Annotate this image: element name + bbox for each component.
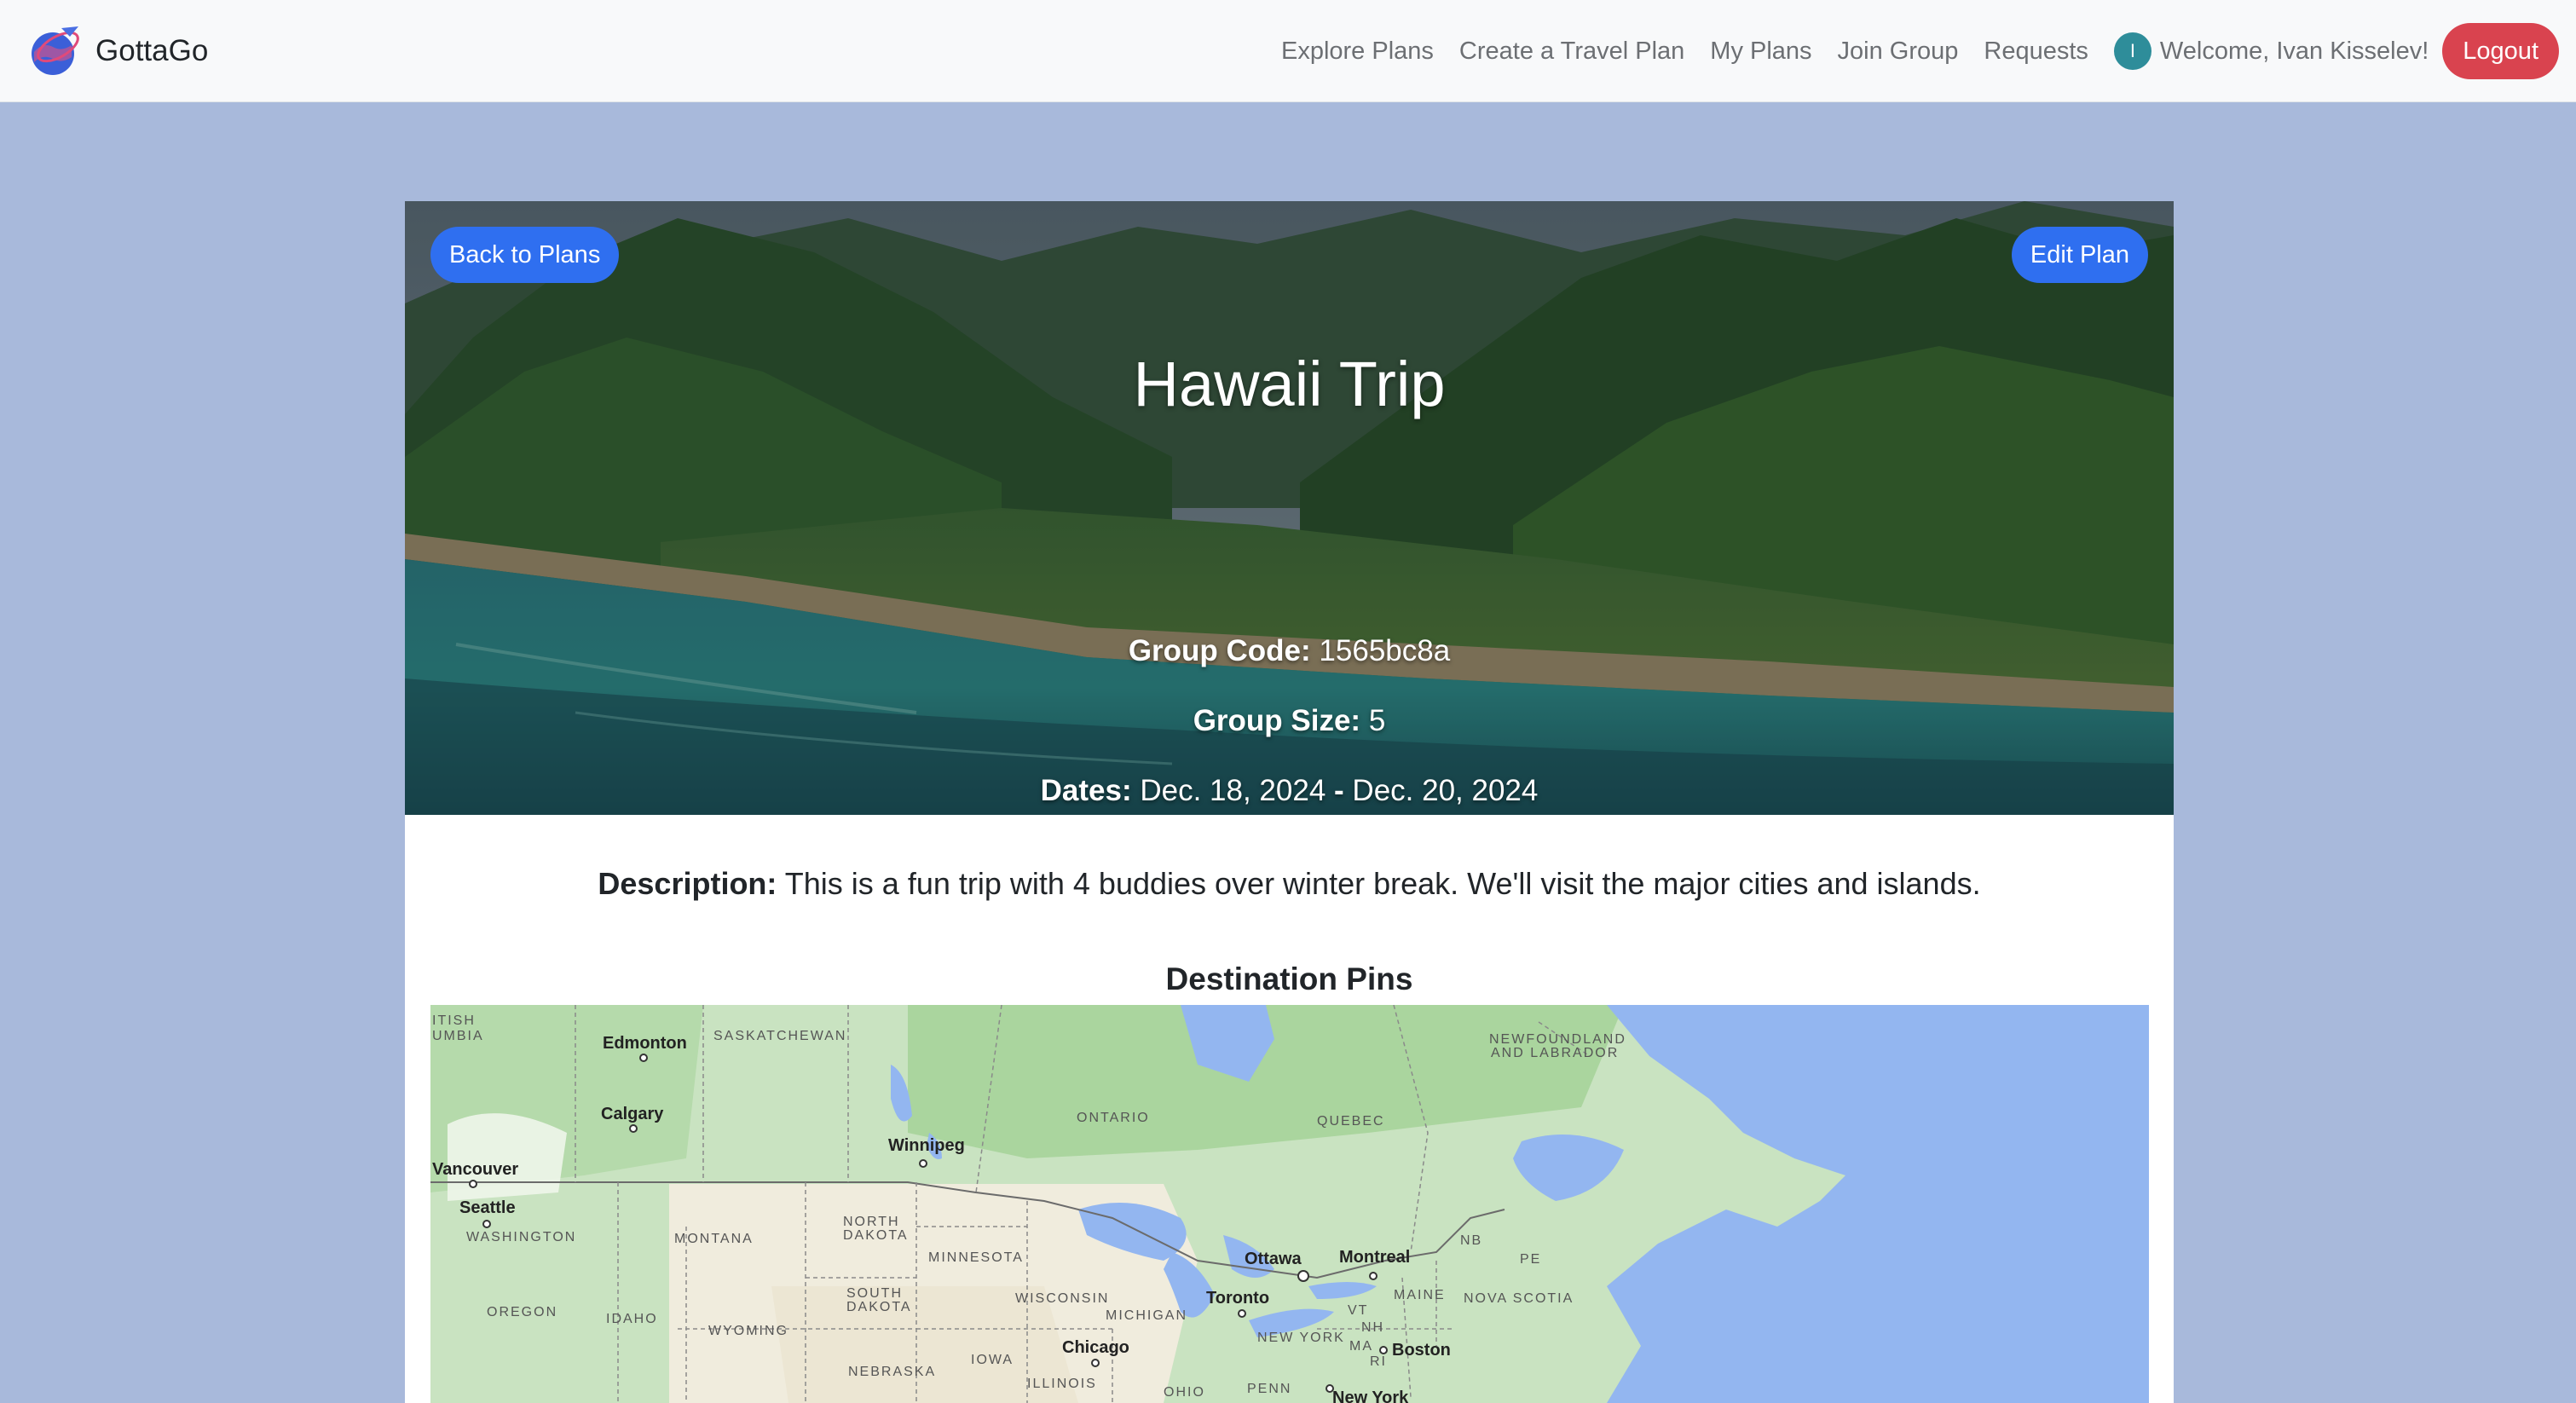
top-navbar: GottaGo Explore Plans Create a Travel Pl… xyxy=(0,0,2576,102)
map-region: ONTARIO xyxy=(1077,1111,1150,1125)
date-separator: - xyxy=(1334,774,1344,807)
map-region: UMBIA xyxy=(432,1029,484,1043)
nav-join-group[interactable]: Join Group xyxy=(1838,38,1959,66)
map-city: Calgary xyxy=(601,1105,664,1123)
map-region: AND LABRADOR xyxy=(1491,1046,1620,1060)
map-region: RI xyxy=(1370,1354,1387,1369)
brand-name: GottaGo xyxy=(95,33,209,67)
map-city: Edmonton xyxy=(603,1034,687,1053)
map-region: ILLINOIS xyxy=(1027,1377,1097,1391)
map-city: Boston xyxy=(1392,1341,1451,1360)
group-size-value: 5 xyxy=(1368,704,1386,737)
map-region: DAKOTA xyxy=(843,1228,909,1243)
end-date: Dec. 20, 2024 xyxy=(1352,774,1539,807)
destination-map[interactable]: Edmonton Calgary Winnipeg Vancouver Seat… xyxy=(430,1005,2149,1403)
map-region: MICHIGAN xyxy=(1106,1308,1187,1323)
map-region: PE xyxy=(1520,1252,1542,1267)
globe-plane-icon xyxy=(32,26,79,75)
map-region: WISCONSIN xyxy=(1015,1291,1110,1306)
group-code-row: Group Code: 1565bc8a xyxy=(405,634,2174,668)
start-date: Dec. 18, 2024 xyxy=(1140,774,1326,807)
edit-plan-button[interactable]: Edit Plan xyxy=(2011,227,2148,283)
hero-banner: Back to Plans Edit Plan Hawaii Trip Grou… xyxy=(405,201,2174,815)
logout-button[interactable]: Logout xyxy=(2442,23,2559,79)
back-to-plans-button[interactable]: Back to Plans xyxy=(430,227,620,283)
map-city: Winnipeg xyxy=(888,1136,965,1155)
map-region: MAINE xyxy=(1394,1288,1446,1302)
plan-description: Description: This is a fun trip with 4 b… xyxy=(405,866,2174,902)
map-region: IOWA xyxy=(971,1353,1014,1367)
map-region: PENN xyxy=(1247,1382,1292,1396)
map-region: MINNESOTA xyxy=(928,1250,1024,1265)
dates-row: Dates: Dec. 18, 2024 - Dec. 20, 2024 xyxy=(405,774,2174,808)
group-code-value: 1565bc8a xyxy=(1319,634,1451,667)
map-region: NEBRASKA xyxy=(848,1365,937,1379)
map-region: WASHINGTON xyxy=(466,1230,577,1244)
map-city: Seattle xyxy=(459,1198,516,1217)
nav-my-plans[interactable]: My Plans xyxy=(1710,38,1811,66)
description-text: This is a fun trip with 4 buddies over w… xyxy=(784,866,1981,901)
welcome-text: Welcome, Ivan Kisselev! xyxy=(2159,37,2429,65)
group-code-label: Group Code: xyxy=(1128,634,1311,667)
map-region: OHIO xyxy=(1164,1385,1205,1400)
map-region: VT xyxy=(1348,1303,1369,1318)
map-region: IDAHO xyxy=(606,1312,658,1326)
map-region: ITISH xyxy=(432,1013,476,1028)
description-label: Description: xyxy=(598,866,777,901)
plan-card: Back to Plans Edit Plan Hawaii Trip Grou… xyxy=(405,201,2174,1403)
map-city: Ottawa xyxy=(1245,1250,1302,1268)
map-city: Montreal xyxy=(1339,1248,1411,1267)
map-region: QUEBEC xyxy=(1317,1114,1385,1129)
nav-create-travel-plan[interactable]: Create a Travel Plan xyxy=(1459,38,1684,66)
user-menu[interactable]: I Welcome, Ivan Kisselev! xyxy=(2113,32,2429,70)
nav-explore-plans[interactable]: Explore Plans xyxy=(1281,38,1434,66)
map-region: MA xyxy=(1349,1339,1373,1354)
nav-requests[interactable]: Requests xyxy=(1984,38,2088,66)
map-city: Vancouver xyxy=(432,1160,519,1179)
dates-label: Dates: xyxy=(1040,774,1132,807)
plan-title: Hawaii Trip xyxy=(1133,349,1446,419)
destination-pins-title: Destination Pins xyxy=(1165,961,1413,996)
map-city: New York xyxy=(1332,1389,1409,1403)
brand[interactable]: GottaGo xyxy=(27,23,208,79)
map-region: NB xyxy=(1460,1233,1483,1248)
map-region: SASKATCHEWAN xyxy=(713,1029,847,1043)
map-city: Chicago xyxy=(1062,1338,1129,1357)
map-region: DAKOTA xyxy=(846,1300,912,1314)
avatar: I xyxy=(2113,32,2151,70)
nav-links: Explore Plans Create a Travel Plan My Pl… xyxy=(1281,0,2559,102)
map-region: NH xyxy=(1361,1320,1385,1335)
map-region: OREGON xyxy=(487,1305,558,1319)
map-region: NEW YORK xyxy=(1257,1331,1345,1345)
map-region: MONTANA xyxy=(674,1232,754,1246)
group-size-row: Group Size: 5 xyxy=(405,704,2174,738)
map-city: Toronto xyxy=(1206,1289,1270,1308)
map-region: WYOMING xyxy=(708,1324,788,1338)
group-size-label: Group Size: xyxy=(1193,704,1361,737)
map-region: NOVA SCOTIA xyxy=(1464,1291,1574,1306)
